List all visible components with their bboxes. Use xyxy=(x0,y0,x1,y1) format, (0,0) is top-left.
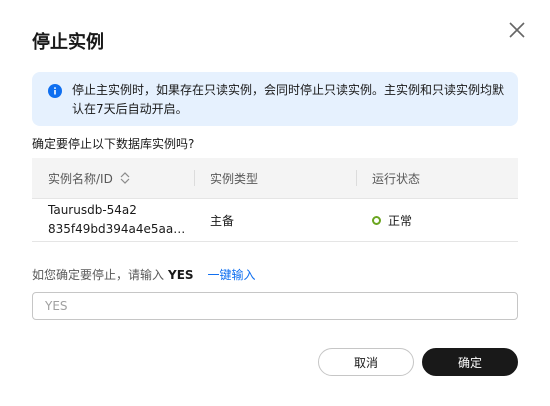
status-dot-icon xyxy=(372,215,381,225)
stop-instance-dialog: 停止实例 停止主实例时，如果存在只读实例，会同时停止只读实例。主实例和只读实例均… xyxy=(0,0,550,406)
column-header-type: 实例类型 xyxy=(194,158,356,198)
confirm-button[interactable]: 确定 xyxy=(422,348,518,376)
cancel-button[interactable]: 取消 xyxy=(318,348,414,376)
table-row: Taurusdb-54a2 835f49bd394a4e5aa… 主备 正常 xyxy=(32,199,518,242)
confirm-keyword: YES xyxy=(168,267,194,282)
column-header-name-label: 实例名称/ID xyxy=(48,171,113,186)
column-header-status-label: 运行状态 xyxy=(372,171,421,186)
instance-name-cell: Taurusdb-54a2 835f49bd394a4e5aa… xyxy=(32,201,194,239)
alert-text: 停止主实例时，如果存在只读实例，会同时停止只读实例。主实例和只读实例均默认在7天… xyxy=(72,83,505,116)
close-button[interactable] xyxy=(506,19,528,41)
confirm-prompt: 如您确定要停止，请输入 xyxy=(32,268,165,282)
table-header: 实例名称/ID 实例类型 运行状态 xyxy=(32,158,518,199)
column-divider xyxy=(194,170,195,186)
info-alert: 停止主实例时，如果存在只读实例，会同时停止只读实例。主实例和只读实例均默认在7天… xyxy=(32,72,518,126)
column-divider xyxy=(356,170,357,186)
instance-id: 835f49bd394a4e5aa… xyxy=(48,222,186,236)
close-icon xyxy=(509,22,525,38)
column-header-status: 运行状态 xyxy=(356,158,518,198)
instance-name: Taurusdb-54a2 xyxy=(48,203,137,217)
instance-table: 实例名称/ID 实例类型 运行状态 Taurusdb-54a2 835f49bd… xyxy=(32,158,518,242)
confirm-input[interactable] xyxy=(32,292,518,320)
confirm-instruction: 如您确定要停止，请输入 YES 一键输入 xyxy=(32,266,256,283)
column-header-name: 实例名称/ID xyxy=(32,158,194,198)
sort-icon[interactable] xyxy=(119,171,131,185)
instance-status-cell: 正常 xyxy=(356,212,518,229)
confirm-question: 确定要停止以下数据库实例吗? xyxy=(32,137,195,151)
column-header-type-label: 实例类型 xyxy=(210,171,259,186)
instance-status: 正常 xyxy=(388,213,413,228)
dialog-title: 停止实例 xyxy=(32,32,104,53)
instance-type: 主备 xyxy=(210,213,235,228)
auto-fill-link[interactable]: 一键输入 xyxy=(208,266,256,283)
info-icon xyxy=(48,84,62,98)
